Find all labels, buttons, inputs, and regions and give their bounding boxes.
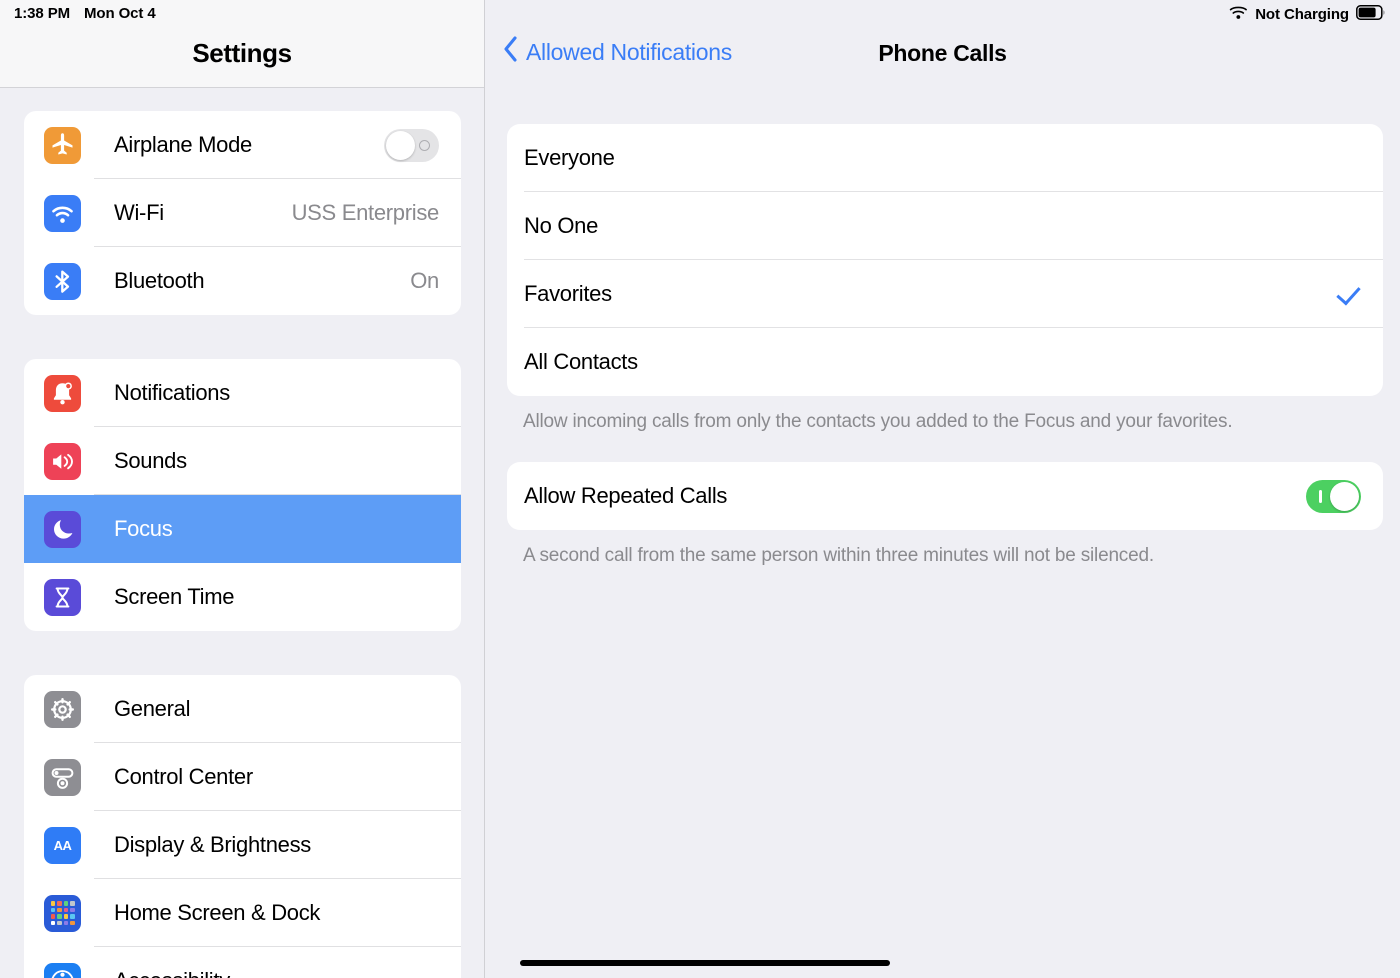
- repeated-calls-label: Allow Repeated Calls: [524, 483, 728, 508]
- sidebar-item-label: Home Screen & Dock: [114, 900, 321, 925]
- sidebar-item-label: Control Center: [114, 764, 253, 789]
- gear-icon: [44, 690, 81, 728]
- sidebar-item-screen-time[interactable]: Screen Time: [24, 563, 461, 631]
- bluetooth-icon: [44, 262, 81, 300]
- sidebar-item-home-screen-dock[interactable]: Home Screen & Dock: [24, 879, 461, 947]
- checkmark-icon: [1335, 281, 1361, 307]
- sidebar-item-label: Accessibility: [114, 968, 230, 978]
- ipad-settings-screen: 1:38 PM Mon Oct 4 Settings Airplane Mode: [0, 0, 1400, 978]
- bell-icon: [44, 374, 81, 412]
- moon-icon: [44, 510, 81, 548]
- sidebar-item-bluetooth[interactable]: Bluetooth On: [24, 247, 461, 315]
- status-date: Mon Oct 4: [84, 5, 156, 22]
- toggle-off-marker: [419, 139, 430, 151]
- sidebar-item-notifications[interactable]: Notifications: [24, 359, 461, 427]
- sidebar-item-focus[interactable]: Focus: [24, 495, 461, 563]
- option-label: Everyone: [524, 145, 615, 170]
- sidebar-item-wifi[interactable]: Wi-Fi USS Enterprise: [24, 179, 461, 247]
- settings-sidebar: 1:38 PM Mon Oct 4 Settings Airplane Mode: [0, 0, 485, 978]
- sidebar-item-control-center[interactable]: Control Center: [24, 743, 461, 811]
- detail-scroll-area[interactable]: Everyone No One Favorites All Contacts A…: [485, 88, 1400, 568]
- airplane-mode-toggle[interactable]: [384, 128, 439, 162]
- aa-glyph-text: AA: [53, 837, 72, 853]
- sidebar-item-label: General: [114, 696, 191, 721]
- sidebar-header: 1:38 PM Mon Oct 4 Settings: [0, 0, 484, 88]
- option-label: All Contacts: [524, 349, 638, 374]
- repeated-calls-row[interactable]: Allow Repeated Calls: [507, 462, 1383, 530]
- sidebar-group-alerts: Notifications Sounds Focus Screen Time: [24, 359, 461, 631]
- sidebar-group-system: General Control Center AA Display & Brig…: [24, 675, 461, 978]
- sliders-icon: [44, 758, 81, 796]
- option-label: No One: [524, 213, 599, 238]
- sidebar-item-accessibility[interactable]: Accessibility: [24, 947, 461, 978]
- sidebar-item-sounds[interactable]: Sounds: [24, 427, 461, 495]
- navigation-bar: Allowed Notifications Phone Calls: [485, 0, 1400, 88]
- sidebar-item-label: Notifications: [114, 380, 230, 405]
- hourglass-icon: [44, 578, 81, 616]
- sidebar-item-label: Bluetooth: [114, 268, 205, 293]
- wifi-icon: [44, 194, 81, 232]
- option-row-favorites[interactable]: Favorites: [507, 260, 1383, 328]
- toggle-knob: [1330, 481, 1359, 511]
- page-title: Settings: [192, 38, 292, 68]
- sidebar-item-display-brightness[interactable]: AA Display & Brightness: [24, 811, 461, 879]
- detail-panel: Not Charging Allowed Notifications Phone…: [485, 0, 1400, 978]
- option-label: Favorites: [524, 281, 612, 306]
- allow-repeated-calls-toggle[interactable]: [1306, 479, 1361, 513]
- bluetooth-state-value: On: [410, 268, 439, 293]
- accessibility-icon: [44, 962, 81, 978]
- sidebar-item-label: Sounds: [114, 448, 187, 473]
- status-bar-left: 1:38 PM Mon Oct 4: [14, 5, 156, 22]
- repeated-calls-footnote: A second call from the same person withi…: [523, 545, 1154, 566]
- option-row-all-contacts[interactable]: All Contacts: [507, 328, 1383, 396]
- detail-title: Phone Calls: [878, 40, 1007, 66]
- options-footnote: Allow incoming calls from only the conta…: [523, 411, 1233, 432]
- phone-calls-options-card: Everyone No One Favorites All Contacts: [507, 124, 1383, 396]
- option-row-no-one[interactable]: No One: [507, 192, 1383, 260]
- sidebar-item-label: Display & Brightness: [114, 832, 311, 857]
- wifi-network-value: USS Enterprise: [291, 200, 440, 225]
- toggle-knob: [386, 130, 415, 160]
- speaker-icon: [44, 442, 81, 480]
- sidebar-item-airplane-mode[interactable]: Airplane Mode: [24, 111, 461, 179]
- toggle-on-marker: [1319, 489, 1322, 503]
- app-grid-icon: [44, 894, 81, 932]
- sidebar-item-label: Screen Time: [114, 584, 235, 609]
- app-grid-dots: [50, 901, 75, 925]
- repeated-calls-card: Allow Repeated Calls: [507, 462, 1383, 530]
- status-time: 1:38 PM: [14, 5, 70, 22]
- sidebar-scroll-area[interactable]: Airplane Mode Wi-Fi USS Enterprise Bluet…: [0, 88, 484, 978]
- option-row-everyone[interactable]: Everyone: [507, 124, 1383, 192]
- sidebar-item-general[interactable]: General: [24, 675, 461, 743]
- airplane-icon: [44, 126, 81, 164]
- home-indicator: [520, 960, 890, 966]
- sidebar-item-label: Focus: [114, 516, 173, 541]
- sidebar-item-label: Airplane Mode: [114, 132, 252, 157]
- sidebar-group-connectivity: Airplane Mode Wi-Fi USS Enterprise Bluet…: [24, 111, 461, 315]
- aa-icon: AA: [44, 826, 81, 864]
- sidebar-item-label: Wi-Fi: [114, 200, 164, 225]
